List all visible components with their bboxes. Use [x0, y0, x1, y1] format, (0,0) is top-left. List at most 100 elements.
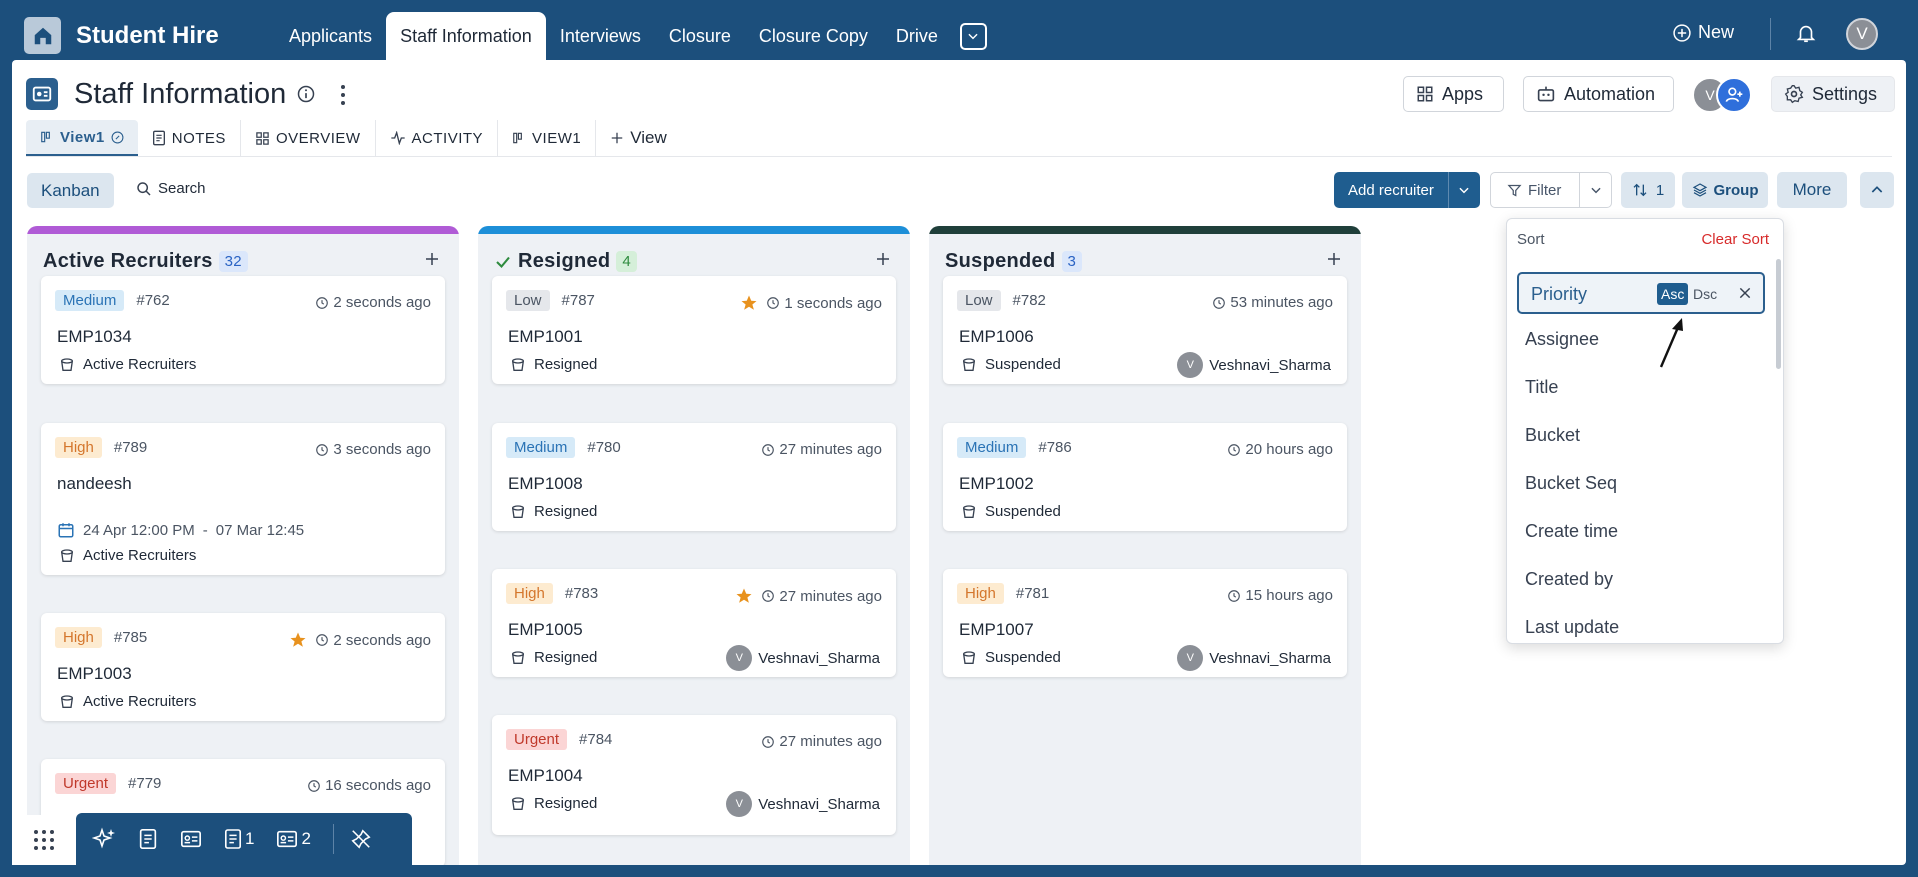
- remove-sort-close-icon[interactable]: [1737, 285, 1753, 306]
- sort-option-bucket[interactable]: Bucket: [1525, 425, 1580, 446]
- nav-tab-interviews[interactable]: Interviews: [546, 12, 655, 60]
- priority-badge: High: [55, 437, 102, 458]
- star-icon[interactable]: [740, 294, 758, 312]
- assignee-avatar: V: [1177, 645, 1204, 671]
- app-launcher-grid-icon[interactable]: [12, 815, 76, 865]
- home-icon[interactable]: [24, 17, 61, 54]
- apps-button[interactable]: Apps: [1403, 76, 1504, 112]
- sort-option-title[interactable]: Title: [1525, 377, 1558, 398]
- sort-option-bucket-seq[interactable]: Bucket Seq: [1525, 473, 1617, 494]
- card-bucket-label: Suspended: [985, 503, 1061, 520]
- card-assignee[interactable]: V Veshnavi_Sharma: [726, 645, 880, 671]
- kanban-card[interactable]: Low #782 53 minutes ago EMP1006 Suspende…: [943, 276, 1347, 384]
- view-tab-view1[interactable]: View1: [26, 120, 138, 156]
- card-time-text: 1 seconds ago: [784, 294, 882, 312]
- ai-sparkle-icon[interactable]: [92, 827, 116, 851]
- kanban-card[interactable]: High #785 2 seconds ago EMP1003 Active R…: [41, 613, 445, 721]
- kanban-card[interactable]: Medium #786 20 hours ago EMP1002 Suspend…: [943, 423, 1347, 531]
- kanban-card[interactable]: Medium #762 2 seconds ago EMP1034 Active…: [41, 276, 445, 384]
- kanban-card[interactable]: High #783 27 minutes ago EMP1005 Resigne…: [492, 569, 896, 677]
- add-view-button[interactable]: View: [596, 120, 681, 156]
- card-assignee[interactable]: V Veshnavi_Sharma: [1177, 645, 1331, 671]
- filter-dropdown-chevron-icon[interactable]: [1579, 173, 1611, 207]
- user-avatar[interactable]: V: [1846, 18, 1878, 50]
- card-bucket-label: Suspended: [985, 356, 1061, 373]
- add-recruiter-dropdown-chevron-icon[interactable]: [1447, 172, 1480, 208]
- star-icon[interactable]: [289, 631, 307, 649]
- view-tab-overview[interactable]: OVERVIEW: [241, 120, 376, 156]
- card-time-text: 3 seconds ago: [333, 441, 431, 458]
- nav-tab-closure[interactable]: Closure: [655, 12, 745, 60]
- filter-button[interactable]: Filter: [1491, 173, 1579, 207]
- kanban-card[interactable]: High #789 3 seconds ago nandeesh 24 Apr …: [41, 423, 445, 575]
- kanban-card[interactable]: Medium #780 27 minutes ago EMP1008 Resig…: [492, 423, 896, 531]
- priority-badge: Medium: [957, 437, 1027, 458]
- add-recruiter-button[interactable]: Add recruiter: [1334, 172, 1448, 208]
- nav-tab-drive[interactable]: Drive: [882, 12, 952, 60]
- id-card-icon: [277, 830, 298, 848]
- bucket-icon: [963, 650, 975, 664]
- more-button[interactable]: More: [1777, 172, 1847, 208]
- clock-icon: [762, 735, 775, 748]
- card-title: EMP1007: [959, 620, 1034, 639]
- nav-tab-closure-copy[interactable]: Closure Copy: [745, 12, 882, 60]
- star-icon[interactable]: [735, 587, 753, 605]
- info-icon[interactable]: [296, 84, 316, 109]
- clock-icon: [316, 296, 329, 309]
- search-button[interactable]: Search: [136, 180, 206, 197]
- sort-asc-button[interactable]: Asc: [1657, 283, 1689, 305]
- id-card-icon[interactable]: [180, 829, 202, 849]
- edit-circle-icon[interactable]: [111, 131, 124, 144]
- bucket-icon: [61, 357, 73, 371]
- active-sort-row[interactable]: Priority Asc Dsc: [1517, 272, 1765, 314]
- collapse-chevron-up-icon[interactable]: [1860, 172, 1894, 208]
- notes-icon[interactable]: [138, 828, 158, 850]
- sort-option-create-time[interactable]: Create time: [1525, 521, 1618, 542]
- add-card-plus-icon[interactable]: [423, 250, 441, 273]
- card-bucket-label: Resigned: [534, 795, 598, 812]
- priority-badge: High: [55, 627, 102, 648]
- card-title: EMP1005: [508, 620, 583, 639]
- kanban-card[interactable]: Urgent #784 27 minutes ago EMP1004 Resig…: [492, 715, 896, 835]
- kebab-menu-icon[interactable]: [338, 84, 348, 111]
- card-assignee[interactable]: V Veshnavi_Sharma: [1177, 352, 1331, 378]
- bell-icon[interactable]: [1795, 22, 1817, 49]
- open-cards-tab[interactable]: 2: [276, 829, 311, 849]
- settings-button[interactable]: Settings: [1771, 76, 1895, 112]
- kanban-card[interactable]: Low #787 1 seconds ago EMP1001 Resigned: [492, 276, 896, 384]
- card-bucket: Resigned: [510, 503, 597, 520]
- assignee-avatar: V: [1177, 352, 1204, 378]
- sort-button[interactable]: 1: [1621, 172, 1675, 208]
- sort-option-created-by[interactable]: Created by: [1525, 569, 1613, 590]
- add-card-plus-icon[interactable]: [874, 250, 892, 273]
- filter-icon: [1507, 184, 1522, 197]
- unpin-icon[interactable]: [350, 828, 372, 850]
- member-avatars[interactable]: V: [1692, 77, 1756, 113]
- add-member-icon[interactable]: [1716, 77, 1752, 113]
- card-header: High #785: [55, 627, 147, 648]
- view-tab-label: VIEW1: [532, 129, 582, 147]
- nav-more-chevron-icon[interactable]: [959, 22, 987, 50]
- sort-scrollbar[interactable]: [1776, 259, 1781, 369]
- add-card-plus-icon[interactable]: [1325, 250, 1343, 273]
- kanban-card[interactable]: High #781 15 hours ago EMP1007 Suspended…: [943, 569, 1347, 677]
- kanban-button[interactable]: Kanban: [27, 173, 114, 208]
- open-notes-tab[interactable]: 1: [224, 828, 254, 850]
- view-tab-view1-secondary[interactable]: VIEW1: [498, 120, 597, 156]
- new-button[interactable]: New: [1672, 22, 1734, 43]
- view-tab-activity[interactable]: ACTIVITY: [376, 120, 499, 156]
- card-number: #782: [1012, 292, 1046, 309]
- sort-dsc-button[interactable]: Dsc: [1693, 286, 1717, 302]
- automation-button[interactable]: Automation: [1523, 76, 1674, 112]
- nav-tab-staff-information[interactable]: Staff Information: [386, 12, 546, 60]
- view-tab-notes[interactable]: NOTES: [138, 120, 241, 156]
- open-cards-count: 2: [301, 829, 311, 848]
- clear-sort-button[interactable]: Clear Sort: [1701, 231, 1769, 248]
- sort-option-last-update[interactable]: Last update: [1525, 617, 1619, 638]
- nav-tab-applicants[interactable]: Applicants: [275, 12, 386, 60]
- card-timestamp: 27 minutes ago: [735, 587, 882, 605]
- group-button[interactable]: Group: [1682, 172, 1768, 208]
- sort-option-assignee[interactable]: Assignee: [1525, 329, 1599, 350]
- card-number: #789: [113, 439, 148, 456]
- card-assignee[interactable]: V Veshnavi_Sharma: [726, 791, 880, 817]
